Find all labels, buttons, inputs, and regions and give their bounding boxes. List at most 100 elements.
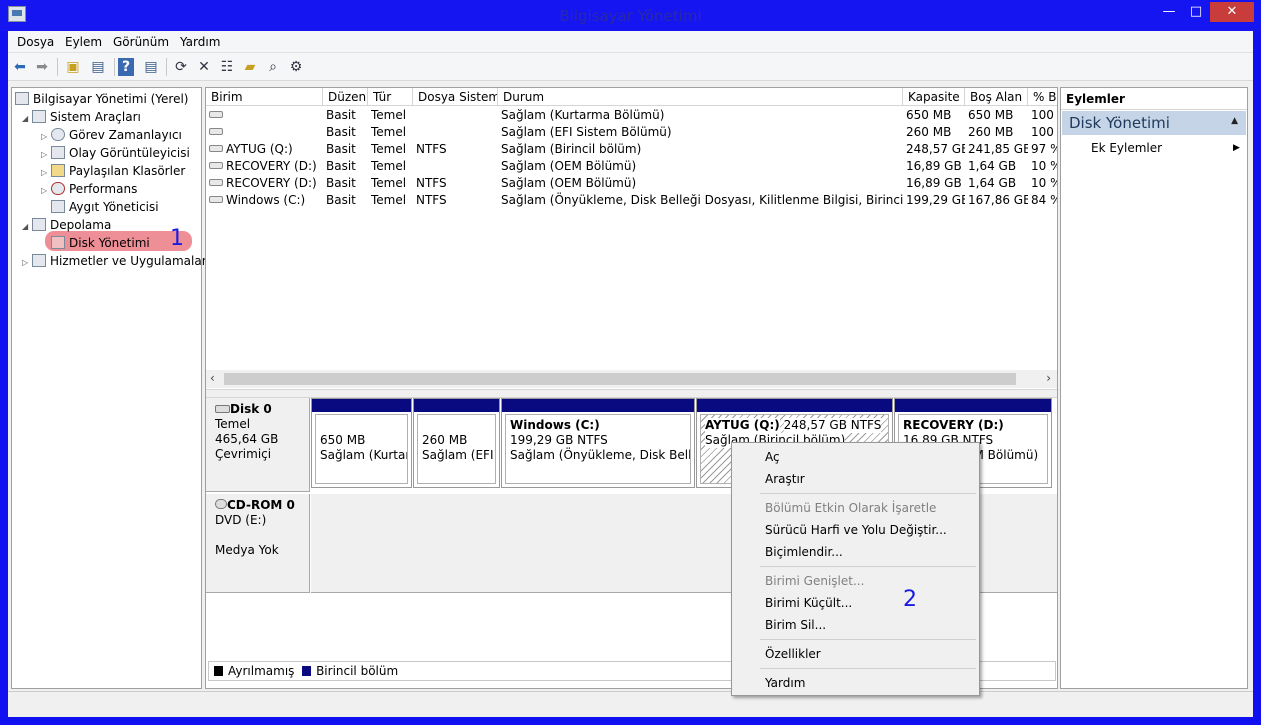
column-header[interactable]: Durum xyxy=(498,88,903,106)
volume-row[interactable]: RECOVERY (D:) Basit Temel NTFS Sağlam (OEM B… xyxy=(206,175,1057,192)
volume-cell-text: 84 % xyxy=(1031,193,1057,207)
menu-item-change-drive-letter[interactable]: Sürücü Harfi ve Yolu Değiştir... xyxy=(765,523,947,537)
back-icon[interactable]: ⬅ xyxy=(10,57,30,77)
column-header[interactable]: Birim xyxy=(206,88,323,106)
volume-row[interactable]: Windows (C:) Basit Temel NTFS Sağlam (Önyükl… xyxy=(206,192,1057,209)
volume-cell-text: Temel xyxy=(371,125,407,139)
tree-item-system-tools[interactable]: ◢ Sistem Araçları xyxy=(22,108,141,126)
context-menu: Aç Araştır Bölümü Etkin Olarak İşaretle … xyxy=(731,442,980,696)
tree-item-device-manager[interactable]: Aygıt Yöneticisi xyxy=(51,198,159,216)
window-frame: Dosya Eylem Görünüm Yardım ⬅ ➡ ▣ ▤ ? ▤ ⟳… xyxy=(8,31,1253,717)
folder-up-icon[interactable]: ▣ xyxy=(63,57,83,77)
volume-row[interactable]: Basit Temel Sağlam (Kurtarma Bölümü) 650 MB… xyxy=(206,107,1057,124)
volume-cell-text: 16,89 GB xyxy=(906,176,962,190)
scroll-right-icon[interactable]: › xyxy=(1046,371,1051,385)
pane-splitter[interactable] xyxy=(206,389,1057,398)
partition-size: 199,29 GB NTFS xyxy=(510,433,608,447)
tree-item-storage[interactable]: ◢ Depolama xyxy=(22,216,111,234)
scroll-left-icon[interactable]: ‹ xyxy=(210,371,215,385)
column-header[interactable]: Düzen xyxy=(323,88,368,106)
volume-list-header: Birim Düzen Tür Dosya Sistemi Durum Kapa… xyxy=(206,88,1057,106)
more-actions-item[interactable]: Ek Eylemler xyxy=(1091,141,1162,155)
volume-cell: 100 xyxy=(1028,107,1057,124)
tree-item-performance[interactable]: ▷ Performans xyxy=(41,180,137,198)
volume-row[interactable]: AYTUG (Q:) Basit Temel NTFS Sağlam (Birincil… xyxy=(206,141,1057,158)
volume-icon xyxy=(209,179,223,186)
volume-cell-text: Basit xyxy=(326,108,356,122)
open-icon[interactable]: ▰ xyxy=(240,57,260,77)
minimize-button[interactable]: — xyxy=(1156,2,1182,22)
volume-icon xyxy=(209,145,223,152)
volume-cell-text: 248,57 GB xyxy=(906,142,965,156)
volume-cell: Sağlam (OEM Bölümü) xyxy=(498,158,903,175)
column-header[interactable]: Tür xyxy=(368,88,413,106)
volume-cell: Temel xyxy=(368,124,413,141)
volume-cell: Windows (C:) xyxy=(206,192,323,209)
menu-separator xyxy=(760,639,976,640)
partition-recovery[interactable]: 650 MB Sağlam (Kurtarma Bölümü) xyxy=(311,398,412,488)
actions-disk-management[interactable]: Disk Yönetimi ▲ xyxy=(1062,111,1246,135)
volume-cell: RECOVERY (D:) xyxy=(206,175,323,192)
disk0-label[interactable]: Disk 0 Temel 465,64 GB Çevrimiçi xyxy=(206,398,310,492)
maximize-button[interactable]: □ xyxy=(1183,2,1209,22)
menu-dosya[interactable]: Dosya xyxy=(17,35,54,49)
menu-item-help[interactable]: Yardım xyxy=(765,676,805,690)
volume-cell: NTFS xyxy=(413,192,498,209)
volume-row[interactable]: RECOVERY (D:) Basit Temel Sağlam (OEM Bölüm… xyxy=(206,158,1057,175)
collapse-up-icon[interactable]: ▲ xyxy=(1231,116,1238,126)
column-header[interactable]: Dosya Sistemi xyxy=(413,88,498,106)
volume-cell xyxy=(413,124,498,141)
menu-item-format[interactable]: Biçimlendir... xyxy=(765,545,843,559)
menu-item-open[interactable]: Aç xyxy=(765,450,780,464)
partition-efi[interactable]: 260 MB Sağlam (EFI Sistem Bölümü) xyxy=(413,398,500,488)
actions-panel: Eylemler Disk Yönetimi ▲ Ek Eylemler ▶ xyxy=(1060,87,1248,689)
tree-item-task-scheduler[interactable]: ▷ Görev Zamanlayıcı xyxy=(41,126,182,144)
properties-icon[interactable]: ☷ xyxy=(217,57,237,77)
column-header[interactable]: Boş Alan xyxy=(965,88,1028,106)
menu-eylem[interactable]: Eylem xyxy=(65,35,102,49)
menu-yardim[interactable]: Yardım xyxy=(180,35,220,49)
settings-icon[interactable]: ⚙ xyxy=(286,57,306,77)
console-tree-icon[interactable]: ▤ xyxy=(141,57,161,77)
delete-icon[interactable]: ✕ xyxy=(194,57,214,77)
partition-bar xyxy=(414,399,499,412)
scrollbar-thumb[interactable] xyxy=(224,373,1016,385)
toolbar-separator xyxy=(166,58,167,76)
menu-item-delete-volume[interactable]: Birim Sil... xyxy=(765,618,826,632)
tree-item-disk-management[interactable]: Disk Yönetimi xyxy=(51,234,150,252)
partition-title: Windows (C:) xyxy=(510,418,600,432)
tree-item-event-viewer[interactable]: ▷ Olay Görüntüleyicisi xyxy=(41,144,190,162)
partition-bar xyxy=(502,399,694,412)
collapse-arrow-icon[interactable]: ◢ xyxy=(22,218,32,236)
partition-status: Sağlam (Kurtarma Bölümü) xyxy=(320,448,407,462)
partition-windows[interactable]: Windows (C:) 199,29 GB NTFS Sağlam (Önyü… xyxy=(501,398,695,488)
tree-item-services[interactable]: ▷ Hizmetler ve Uygulamalar xyxy=(22,252,207,270)
column-header[interactable]: Kapasite xyxy=(903,88,965,106)
tree-item-root[interactable]: Bilgisayar Yönetimi (Yerel) xyxy=(15,90,188,108)
collapse-arrow-icon[interactable]: ◢ xyxy=(22,110,32,128)
menu-item-properties[interactable]: Özellikler xyxy=(765,647,821,661)
volume-row[interactable]: Basit Temel Sağlam (EFI Sistem Bölümü) 260 … xyxy=(206,124,1057,141)
cdrom0-label[interactable]: CD-ROM 0 DVD (E:) Medya Yok xyxy=(206,494,310,593)
menu-item-explore[interactable]: Araştır xyxy=(765,472,805,486)
expand-arrow-icon[interactable]: ▷ xyxy=(41,182,51,200)
cdrom0-status: Medya Yok xyxy=(215,543,279,557)
forward-icon[interactable]: ➡ xyxy=(32,57,52,77)
expand-arrow-icon[interactable]: ▷ xyxy=(22,254,32,272)
help-icon[interactable]: ? xyxy=(118,58,134,76)
volume-icon xyxy=(209,111,223,118)
column-header[interactable]: % B xyxy=(1028,88,1057,106)
tree-item-label: Paylaşılan Klasörler xyxy=(69,164,186,178)
volume-cell: 1,64 GB xyxy=(965,158,1028,175)
close-button[interactable]: ✕ xyxy=(1210,2,1254,22)
legend-primary: Birincil bölüm xyxy=(316,664,399,678)
menu-item-shrink-volume[interactable]: Birimi Küçült... xyxy=(765,596,852,610)
horizontal-scrollbar[interactable]: ‹ › xyxy=(206,370,1057,388)
tree-item-shared-folders[interactable]: ▷ Paylaşılan Klasörler xyxy=(41,162,185,180)
refresh-icon[interactable]: ⟳ xyxy=(171,57,191,77)
tools-icon xyxy=(32,110,46,123)
search-icon[interactable]: ⌕ xyxy=(263,57,283,77)
menu-gorunum[interactable]: Görünüm xyxy=(113,35,169,49)
volume-cell: Sağlam (Önyükleme, Disk Belleği Dosyası,… xyxy=(498,192,903,209)
show-hide-tree-icon[interactable]: ▤ xyxy=(88,57,108,77)
